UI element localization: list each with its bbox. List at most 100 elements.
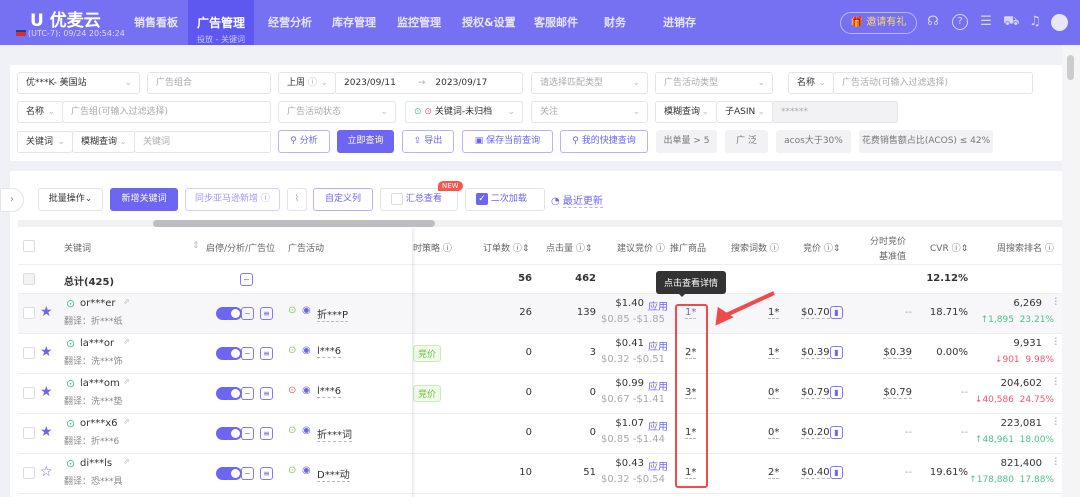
checkbox[interactable] — [391, 192, 403, 205]
expand-sidebar-chevron-icon[interactable]: › — [0, 188, 24, 212]
search-terms-link[interactable]: 0* — [768, 387, 780, 399]
bid-chart-icon[interactable]: ▮ — [830, 306, 843, 319]
fuzzy2-select[interactable]: 模糊查询 ⌄ — [72, 131, 135, 153]
campaign-status-select[interactable]: 广告活动状态 ⌄ — [278, 101, 396, 123]
rank-trend-icon[interactable]: ⫶ — [1055, 297, 1058, 308]
placement-icon[interactable]: ≡ — [260, 347, 273, 360]
apply-bid-link[interactable]: 应用 — [648, 298, 668, 313]
keyword-input[interactable]: 关键词 — [134, 131, 271, 153]
page-scrollbar[interactable] — [1062, 45, 1080, 497]
nav-auth-settings[interactable]: 授权&设置 — [462, 14, 516, 30]
apply-bid-link[interactable]: 应用 — [648, 458, 668, 473]
query-button[interactable]: 立即查询 — [337, 130, 394, 153]
save-query-button[interactable]: ▣ 保存当前查询 — [462, 130, 553, 153]
nav-cs-email[interactable]: 客服邮件 — [534, 14, 578, 30]
invite-button[interactable]: 🎁 邀请有礼 — [840, 12, 917, 34]
bid-value[interactable]: $0.40 — [801, 467, 830, 479]
trend-chart-icon[interactable]: ~ — [241, 347, 254, 360]
asin-input[interactable]: ****** — [772, 101, 898, 123]
adgroup-input[interactable]: 广告组(可输入过滤选择) — [62, 101, 271, 123]
bid-chart-icon[interactable]: ▮ — [830, 466, 843, 479]
bid-value[interactable]: $0.70 — [801, 307, 830, 319]
external-link-icon[interactable]: ⇗ — [123, 377, 130, 386]
fuzzy-select[interactable]: 模糊查询 ⌄ — [655, 101, 717, 123]
apply-bid-link[interactable]: 应用 — [648, 338, 668, 353]
keyword-field-select[interactable]: 关键词 ⌄ — [17, 131, 73, 153]
shop-select[interactable]: 优***K- 美国站 ⌄ — [17, 72, 140, 94]
bid-value[interactable]: $0.39 — [801, 347, 830, 359]
campaign-type-select[interactable]: 广告活动类型 ⌄ — [655, 72, 773, 94]
nav-business-analysis[interactable]: 经营分析 — [268, 14, 312, 30]
support-agent-icon[interactable]: ☊ — [925, 14, 941, 30]
row-checkbox[interactable] — [23, 307, 35, 319]
enable-toggle[interactable] — [216, 307, 242, 320]
search-terms-link[interactable]: 2* — [768, 467, 780, 479]
star-filled-icon[interactable]: ★ — [40, 344, 53, 360]
campaign-link[interactable]: l***6 — [317, 386, 342, 398]
enable-toggle[interactable] — [216, 347, 242, 360]
bid-chart-icon[interactable]: ▮ — [830, 426, 843, 439]
chip-orders[interactable]: 出单量 > 5 — [656, 130, 717, 153]
rank-trend-icon[interactable]: ⫶ — [1055, 377, 1058, 388]
trend-chart-icon[interactable]: ~ — [241, 387, 254, 400]
placement-icon[interactable]: ≡ — [260, 427, 273, 440]
export-button[interactable]: ⇪ 导出 — [402, 130, 454, 153]
external-link-icon[interactable]: ⇗ — [123, 297, 130, 306]
col-keyword[interactable]: 关键词 — [64, 241, 91, 254]
follow-select[interactable]: 关注 ⌄ — [531, 101, 648, 123]
recent-update-link[interactable]: ◔ 最近更新 — [551, 192, 603, 208]
chart-icon[interactable]: ⌇ — [287, 188, 307, 211]
nav-ad-management[interactable]: 广告管理 投放 - 关键词 — [188, 0, 254, 45]
row-checkbox[interactable] — [23, 467, 35, 479]
external-link-icon[interactable]: ⇗ — [123, 417, 130, 426]
apply-bid-link[interactable]: 应用 — [648, 418, 668, 433]
star-filled-icon[interactable]: ★ — [40, 424, 53, 440]
nav-inventory[interactable]: 库存管理 — [332, 14, 376, 30]
row-checkbox[interactable] — [23, 427, 35, 439]
child-asin-select[interactable]: 子ASIN ⌄ — [716, 101, 773, 123]
keyword-text[interactable]: or***x6 — [80, 418, 118, 429]
sort-icon[interactable]: ⇕ — [192, 241, 200, 251]
shortcut-query-button[interactable]: ⚲ 我的快捷查询 — [560, 130, 648, 153]
trend-chart-icon[interactable]: ~ — [241, 467, 254, 480]
keyword-text[interactable]: la***om — [80, 378, 120, 389]
rank-trend-icon[interactable]: ⫶ — [1055, 337, 1058, 348]
name2-select[interactable]: 名称 ⌄ — [17, 101, 63, 123]
placement-icon[interactable]: ≡ — [260, 307, 273, 320]
external-link-icon[interactable]: ⇗ — [123, 337, 130, 346]
nav-purchase-sales[interactable]: 进销存 — [663, 14, 696, 30]
col-bid[interactable]: 竞价 ⓘ⇕ — [803, 241, 840, 254]
message-icon[interactable]: ☰ — [978, 14, 994, 30]
search-terms-link[interactable]: 0* — [768, 427, 780, 439]
add-keyword-button[interactable]: 新增关键词 — [110, 188, 178, 211]
help-icon[interactable]: ? — [952, 14, 968, 30]
keyword-text[interactable]: la***or — [80, 338, 114, 349]
reload-checkbox[interactable]: ✓ 二次加载 — [465, 188, 545, 211]
keyword-status-select[interactable]: ⊙ ⊙ 关键词-未归档 ⌄ — [405, 101, 523, 123]
campaign-link[interactable]: l***6 — [317, 346, 342, 358]
summary-checkbox[interactable]: 汇总查看 — [380, 188, 458, 211]
apply-bid-link[interactable]: 应用 — [648, 378, 668, 393]
chip-acos[interactable]: acos大于30% — [776, 130, 851, 153]
horizontal-scrollbar[interactable] — [18, 220, 1062, 227]
bid-chart-icon[interactable]: ▮ — [830, 386, 843, 399]
match-type-select[interactable]: 请选择匹配类型 ⌄ — [531, 72, 648, 94]
search-terms-link[interactable]: 1* — [768, 347, 780, 359]
rank-trend-icon[interactable]: ⫶ — [1055, 457, 1058, 468]
bell-icon[interactable]: ♫ — [1027, 14, 1043, 30]
placement-icon[interactable]: ≡ — [260, 387, 273, 400]
logo[interactable]: U 优麦云 — [30, 6, 101, 31]
enable-toggle[interactable] — [216, 427, 242, 440]
bid-value[interactable]: $0.79 — [801, 387, 830, 399]
horizontal-scrollbar-thumb[interactable] — [153, 220, 435, 227]
row-checkbox[interactable] — [23, 347, 35, 359]
cart-icon[interactable]: ⛟ — [1003, 14, 1019, 30]
trend-chart-icon[interactable]: ~ — [241, 427, 254, 440]
name-select[interactable]: 名称 ⌄ — [788, 72, 834, 94]
enable-toggle[interactable] — [216, 467, 242, 480]
period-select[interactable]: 上周 ⓘ ⌄ — [278, 72, 336, 94]
campaign-link[interactable]: D***动 — [317, 466, 350, 482]
keyword-text[interactable]: di***ls — [80, 458, 112, 469]
rank-trend-icon[interactable]: ⫶ — [1055, 417, 1058, 428]
placement-icon[interactable]: ≡ — [260, 467, 273, 480]
